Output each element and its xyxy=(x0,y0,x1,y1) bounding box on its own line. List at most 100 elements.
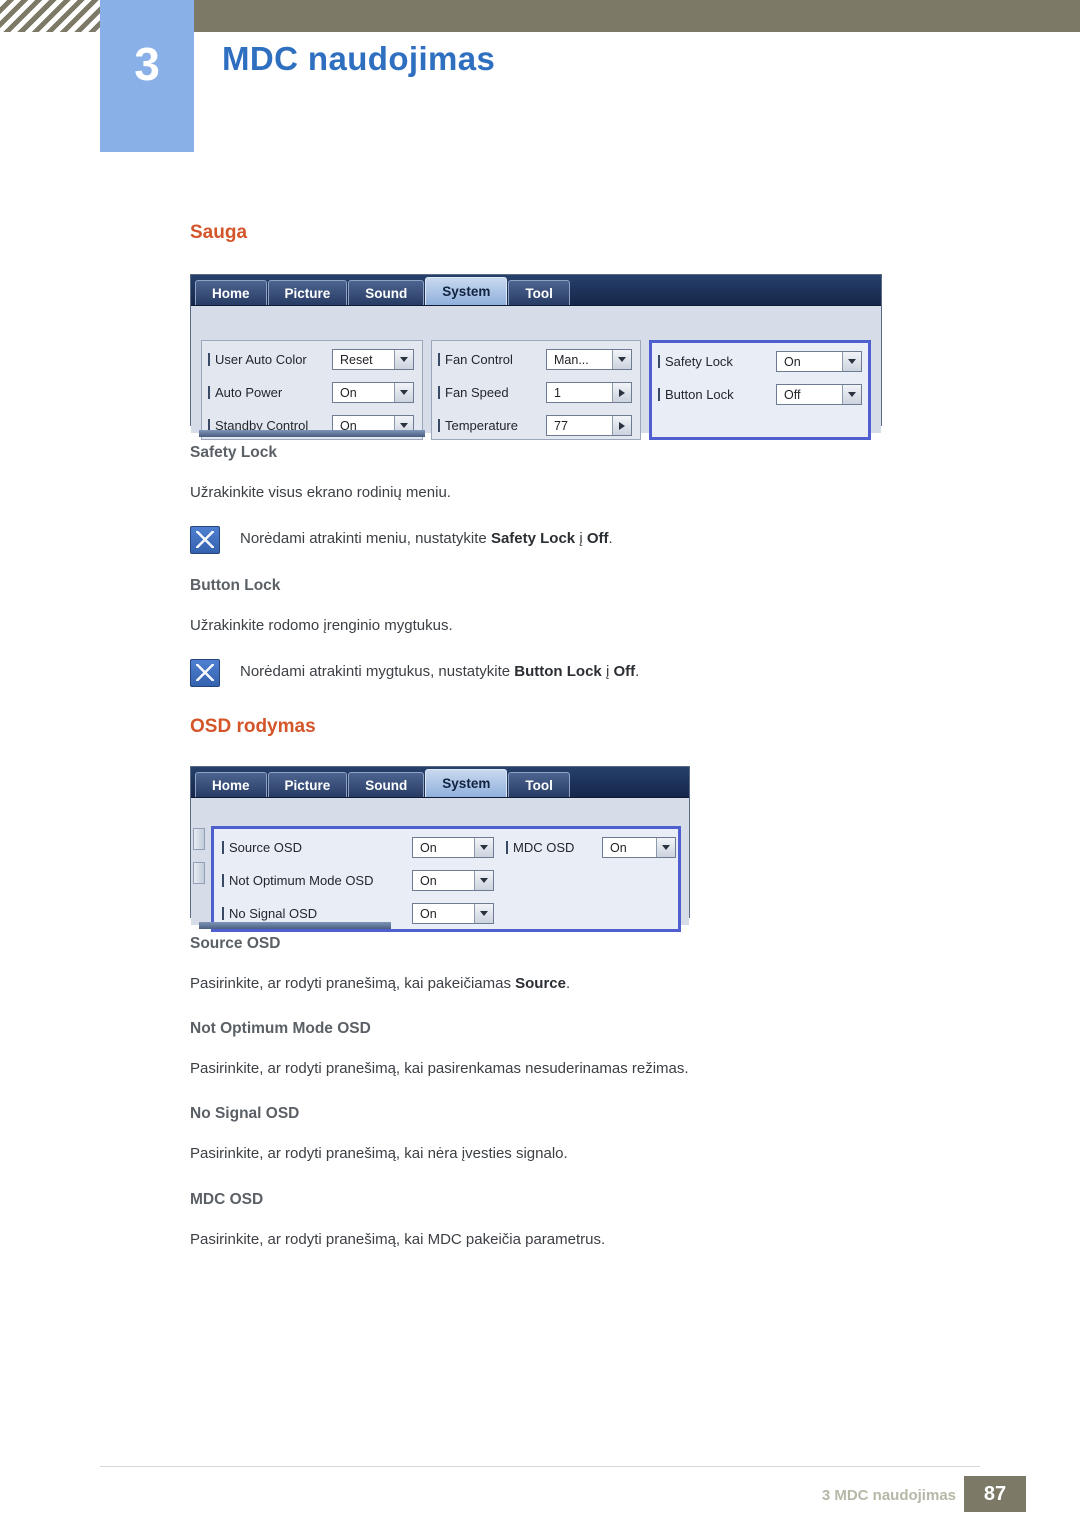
chevron-down-icon[interactable] xyxy=(474,904,493,923)
section-title-sauga: Sauga xyxy=(190,222,248,243)
chevron-down-icon[interactable] xyxy=(474,871,493,890)
mdc-dropdown-button-lock[interactable]: Off xyxy=(776,384,862,405)
mdc-row-fan-control: Fan Control xyxy=(438,347,513,371)
mdc-row-button-lock: Button Lock xyxy=(658,382,734,406)
mdc-group-power: User Auto Color Reset Auto Power On Stan… xyxy=(201,340,423,440)
mdc-row-mdc-osd: MDC OSD xyxy=(506,835,574,859)
mdc-label-no-signal-osd: No Signal OSD xyxy=(222,906,317,921)
mdc-scrollbar-track[interactable] xyxy=(199,922,391,929)
note-button-lock-bold2: Off xyxy=(613,663,636,680)
note-safety-lock-end: . xyxy=(608,530,613,547)
mdc-group-lock-highlight: Safety Lock On Button Lock Off xyxy=(649,340,871,440)
subtitle-button-lock: Button Lock xyxy=(190,577,281,594)
mdc-side-tab-1[interactable] xyxy=(193,828,205,850)
note-safety-lock-prefix: Norėdami atrakinti meniu, nustatykite xyxy=(240,530,491,547)
mdc-tabbar: Home Picture Sound System Tool xyxy=(191,767,689,798)
mdc-tab-tool[interactable]: Tool xyxy=(508,772,570,797)
mdc-tab-sound[interactable]: Sound xyxy=(348,772,425,797)
mdc-row-source-osd: Source OSD xyxy=(222,835,302,859)
mdc-side-tab-2[interactable] xyxy=(193,862,205,884)
note-glyph-icon xyxy=(196,531,214,548)
bullet-bar-icon xyxy=(222,873,224,887)
chapter-number: 3 xyxy=(134,38,160,90)
footer-page-number: 87 xyxy=(964,1476,1026,1512)
mdc-label-safety-lock: Safety Lock xyxy=(658,354,733,369)
paragraph-safety-lock: Užrakinkite visus ekrano rodinių meniu. xyxy=(190,484,451,501)
note-icon xyxy=(190,659,220,687)
mdc-label-user-auto-color: User Auto Color xyxy=(208,352,307,367)
mdc-row-user-auto-color: User Auto Color xyxy=(208,347,307,371)
mdc-tab-home[interactable]: Home xyxy=(195,280,267,305)
mdc-dropdown-not-optimum-mode-osd[interactable]: On xyxy=(412,870,494,891)
mdc-group-osd-highlight: Source OSD On Not Optimum Mode OSD On No… xyxy=(211,826,681,932)
mdc-row-fan-speed: Fan Speed xyxy=(438,380,509,404)
bullet-bar-icon xyxy=(208,352,210,366)
mdc-dropdown-mdc-osd[interactable]: On xyxy=(602,837,676,858)
subtitle-safety-lock: Safety Lock xyxy=(190,444,278,461)
note-button-lock-bold: Button Lock xyxy=(514,663,602,680)
mdc-spinner-temperature[interactable]: 77 xyxy=(546,415,632,436)
chevron-down-icon[interactable] xyxy=(474,838,493,857)
mdc-row-auto-power: Auto Power xyxy=(208,380,282,404)
mdc-panel-body: Source OSD On Not Optimum Mode OSD On No… xyxy=(191,798,689,932)
subtitle-no-signal-osd: No Signal OSD xyxy=(190,1105,300,1122)
mdc-dropdown-fan-control[interactable]: Man... xyxy=(546,349,632,370)
subtitle-source-osd: Source OSD xyxy=(190,935,281,952)
chevron-down-icon[interactable] xyxy=(842,385,861,404)
mdc-dropdown-safety-lock[interactable]: On xyxy=(776,351,862,372)
bullet-bar-icon xyxy=(222,906,224,920)
bullet-bar-icon xyxy=(438,385,440,399)
mdc-dropdown-auto-power[interactable]: On xyxy=(332,382,414,403)
section-title-osd: OSD rodymas xyxy=(190,716,316,737)
mdc-tab-system[interactable]: System xyxy=(425,277,508,305)
chevron-right-icon[interactable] xyxy=(612,383,631,402)
note-icon xyxy=(190,526,220,554)
bullet-bar-icon xyxy=(658,354,660,368)
chevron-right-icon[interactable] xyxy=(612,416,631,435)
mdc-tab-sound[interactable]: Sound xyxy=(348,280,425,305)
note-safety-lock-bold: Safety Lock xyxy=(490,530,576,547)
mdc-label-auto-power: Auto Power xyxy=(208,385,282,400)
mdc-screenshot-system-osd: Home Picture Sound System Tool Source OS… xyxy=(190,766,690,932)
mdc-tab-tool[interactable]: Tool xyxy=(508,280,570,305)
mdc-spinner-fan-speed[interactable]: 1 xyxy=(546,382,632,403)
mdc-dropdown-no-signal-osd[interactable]: On xyxy=(412,903,494,924)
mdc-tab-system[interactable]: System xyxy=(425,769,508,797)
mdc-dropdown-source-osd[interactable]: On xyxy=(412,837,494,858)
paragraph-source-osd-end: . xyxy=(566,975,571,992)
mdc-panel-body: User Auto Color Reset Auto Power On Stan… xyxy=(191,306,881,440)
mdc-label-mdc-osd: MDC OSD xyxy=(506,840,574,855)
chevron-down-icon[interactable] xyxy=(842,352,861,371)
mdc-tab-picture[interactable]: Picture xyxy=(267,280,348,305)
mdc-row-safety-lock: Safety Lock xyxy=(658,349,733,373)
mdc-label-source-osd: Source OSD xyxy=(222,840,302,855)
note-safety-lock: Norėdami atrakinti meniu, nustatykite Sa… xyxy=(240,530,613,547)
chevron-down-icon[interactable] xyxy=(612,350,631,369)
mdc-tab-home[interactable]: Home xyxy=(195,772,267,797)
note-glyph-icon xyxy=(196,664,214,681)
subtitle-mdc-osd: MDC OSD xyxy=(190,1191,264,1208)
mdc-label-not-optimum-mode-osd: Not Optimum Mode OSD xyxy=(222,873,374,888)
paragraph-button-lock: Užrakinkite rodomo įrenginio mygtukus. xyxy=(190,617,453,634)
mdc-screenshot-system-safety: Home Picture Sound System Tool User Auto… xyxy=(190,274,882,440)
note-safety-lock-suffix: į xyxy=(575,530,587,547)
note-button-lock-suffix: į xyxy=(601,663,614,680)
chevron-down-icon[interactable] xyxy=(394,350,413,369)
paragraph-not-optimum-mode-osd: Pasirinkite, ar rodyti pranešimą, kai pa… xyxy=(190,1060,689,1077)
bullet-bar-icon xyxy=(438,418,440,432)
bullet-bar-icon xyxy=(658,387,660,401)
paragraph-source-osd: Pasirinkite, ar rodyti pranešimą, kai pa… xyxy=(190,975,570,992)
paragraph-mdc-osd: Pasirinkite, ar rodyti pranešimą, kai MD… xyxy=(190,1231,606,1248)
bullet-bar-icon xyxy=(506,840,508,854)
chevron-down-icon[interactable] xyxy=(656,838,675,857)
mdc-scrollbar-track[interactable] xyxy=(199,430,425,437)
chevron-down-icon[interactable] xyxy=(394,383,413,402)
mdc-dropdown-user-auto-color[interactable]: Reset xyxy=(332,349,414,370)
mdc-tab-picture[interactable]: Picture xyxy=(267,772,348,797)
mdc-label-fan-speed: Fan Speed xyxy=(438,385,509,400)
mdc-label-temperature: Temperature xyxy=(438,418,518,433)
footer-divider xyxy=(100,1466,980,1467)
bullet-bar-icon xyxy=(222,840,224,854)
mdc-label-button-lock: Button Lock xyxy=(658,387,734,402)
header-hatch-decoration xyxy=(0,0,100,32)
